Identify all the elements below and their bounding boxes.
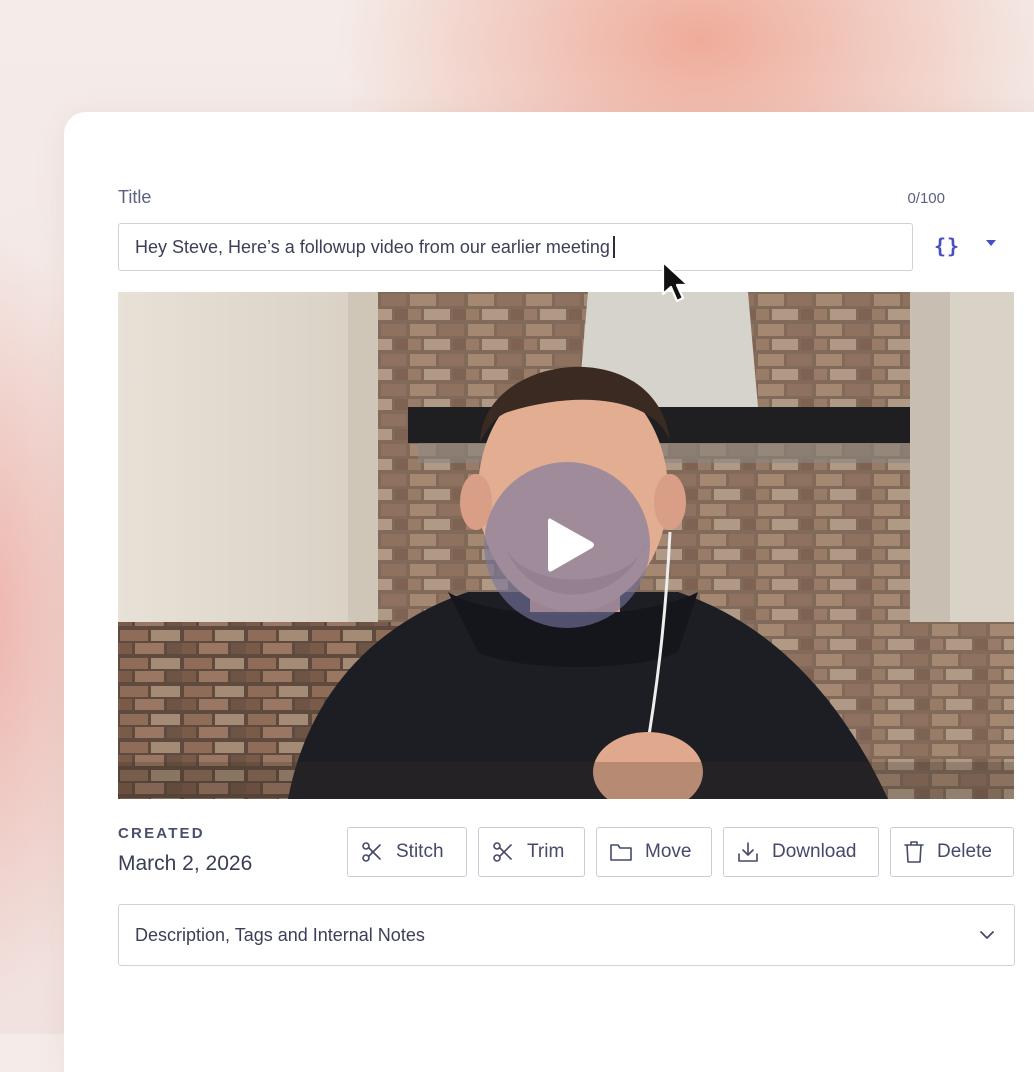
title-input-value: Hey Steve, Here’s a followup video from … <box>135 236 610 257</box>
video-preview[interactable] <box>118 292 1014 799</box>
chevron-down-icon <box>980 931 994 939</box>
play-button[interactable] <box>484 462 650 628</box>
trim-label: Trim <box>527 841 565 862</box>
video-edit-card: Title 0/100 Hey Steve, Here’s a followup… <box>64 112 1034 1072</box>
scissors-icon <box>493 842 512 862</box>
created-date: March 2, 2026 <box>118 852 253 875</box>
download-label: Download <box>772 841 857 862</box>
trash-icon <box>904 841 924 863</box>
scissors-icon <box>362 842 381 862</box>
created-label: CREATED <box>118 825 205 842</box>
folder-icon <box>610 844 632 861</box>
move-label: Move <box>645 841 692 862</box>
download-button[interactable]: Download <box>723 827 879 877</box>
stitch-label: Stitch <box>396 841 444 862</box>
details-accordion[interactable]: Description, Tags and Internal Notes <box>118 904 1015 966</box>
download-icon <box>738 842 758 862</box>
title-label: Title <box>118 187 152 207</box>
title-input[interactable]: Hey Steve, Here’s a followup video from … <box>118 223 913 271</box>
stitch-button[interactable]: Stitch <box>347 827 467 877</box>
mouse-pointer-icon <box>661 260 690 303</box>
trim-button[interactable]: Trim <box>478 827 585 877</box>
delete-button[interactable]: Delete <box>890 827 1014 877</box>
move-button[interactable]: Move <box>596 827 712 877</box>
text-caret <box>612 236 615 258</box>
delete-label: Delete <box>937 841 992 862</box>
play-icon <box>548 518 594 572</box>
variables-button[interactable]: {} <box>934 234 960 258</box>
details-label: Description, Tags and Internal Notes <box>135 924 425 945</box>
caret-down-icon[interactable] <box>984 238 998 248</box>
char-counter: 0/100 <box>907 190 945 207</box>
